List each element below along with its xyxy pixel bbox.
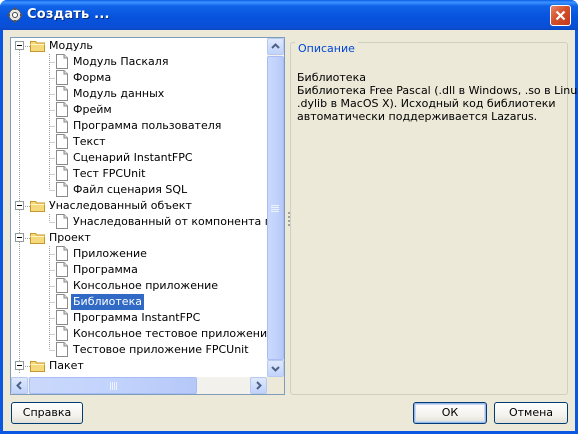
tree-folder-label[interactable]: Проект xyxy=(47,230,93,246)
window-title: Создать ... xyxy=(27,7,110,22)
tree-expander[interactable] xyxy=(15,233,24,242)
title-bar[interactable]: Создать ... xyxy=(0,0,578,30)
tree-item-label[interactable]: Форма xyxy=(71,70,113,86)
grip-icon xyxy=(110,382,117,390)
tree-item-label[interactable]: Модуль данных xyxy=(71,86,166,102)
tree-item-label[interactable]: Приложение xyxy=(71,246,149,262)
description-line: автоматически поддерживается Lazarus. xyxy=(297,110,538,123)
tree-item-label[interactable]: Унаследованный от компонента проекта xyxy=(71,214,267,230)
tree-expander[interactable] xyxy=(15,201,24,210)
help-button[interactable]: Справка xyxy=(11,402,83,424)
folder-icon xyxy=(30,233,45,244)
tree-viewport[interactable]: Модуль Модуль Паскаля Форма Модуль данных Фр… xyxy=(11,38,267,377)
tree-folder-label[interactable]: Унаследованный объект xyxy=(47,198,194,214)
document-icon xyxy=(56,310,68,325)
document-icon xyxy=(56,70,68,85)
document-icon xyxy=(56,86,68,101)
document-icon xyxy=(56,326,68,341)
cancel-button-label: Отмена xyxy=(508,406,554,419)
tree-item-label[interactable]: Тест FPCUnit xyxy=(71,166,147,182)
scroll-corner xyxy=(267,377,284,394)
description-groupbox: Описание Библиотека Библиотека Free Pasca… xyxy=(290,42,578,395)
tree-folder-label[interactable]: Модуль xyxy=(47,38,95,54)
tree-item-label[interactable]: Файл сценария SQL xyxy=(71,182,189,198)
tree-item-label[interactable]: Тестовое приложение FPCUnit xyxy=(71,342,251,358)
chevron-down-icon xyxy=(271,366,280,372)
document-icon xyxy=(56,294,68,309)
tree-item-label[interactable]: Программа InstantFPC xyxy=(71,310,202,326)
vertical-scroll-thumb[interactable] xyxy=(267,56,284,360)
folder-icon xyxy=(30,201,45,212)
document-icon xyxy=(56,278,68,293)
grip-icon xyxy=(271,205,279,212)
ok-button[interactable]: ОК xyxy=(413,402,487,424)
help-button-label: Справка xyxy=(22,406,72,419)
chevron-left-icon xyxy=(16,381,22,390)
scroll-down-button[interactable] xyxy=(267,360,284,377)
tree-item-label[interactable]: Программа пользователя xyxy=(71,118,223,134)
document-icon xyxy=(56,262,68,277)
tree-item-label[interactable]: Фрейм xyxy=(71,102,114,118)
close-icon xyxy=(555,10,566,21)
document-icon xyxy=(56,246,68,261)
scroll-right-button[interactable] xyxy=(250,377,267,394)
folder-icon xyxy=(30,41,45,52)
document-icon xyxy=(56,214,68,229)
horizontal-scroll-thumb[interactable] xyxy=(29,377,197,394)
description-text: Библиотека Библиотека Free Pascal (.dll в… xyxy=(297,71,578,123)
vertical-scrollbar[interactable] xyxy=(267,38,284,377)
document-icon xyxy=(56,54,68,69)
document-icon xyxy=(56,342,68,357)
document-icon xyxy=(56,182,68,197)
chevron-up-icon xyxy=(271,43,280,49)
dialog-client: Модуль Модуль Паскаля Форма Модуль данных Фр… xyxy=(3,30,578,431)
tree-expander[interactable] xyxy=(15,361,24,370)
chevron-right-icon xyxy=(256,381,262,390)
cancel-button[interactable]: Отмена xyxy=(494,402,568,424)
tree-item-selected[interactable]: Библиотека xyxy=(71,294,144,310)
dialog-window: Создать ... Модуль Модуль Паскаля Форма Мод… xyxy=(0,0,578,434)
description-line: .dylib в MacOS X). Исходный код библиоте… xyxy=(297,97,556,110)
description-legend: Описание xyxy=(295,42,358,55)
gear-icon xyxy=(7,7,23,23)
description-panel: Описание Библиотека Библиотека Free Pasca… xyxy=(290,37,578,395)
document-icon xyxy=(56,134,68,149)
tree-item-label[interactable]: Текст xyxy=(71,134,108,150)
document-icon xyxy=(56,118,68,133)
close-button[interactable] xyxy=(550,5,571,26)
tree-item-label[interactable]: Программа xyxy=(71,262,140,278)
ok-button-label: ОК xyxy=(441,406,459,419)
tree-item-label[interactable]: Консольное тестовое приложение FPCUnit xyxy=(71,326,267,342)
tree-item-label[interactable]: Консольное приложение xyxy=(71,278,220,294)
horizontal-scrollbar[interactable] xyxy=(11,377,267,394)
document-icon xyxy=(56,166,68,181)
template-tree[interactable]: Модуль Модуль Паскаля Форма Модуль данных Фр… xyxy=(10,37,285,395)
tree-expander[interactable] xyxy=(15,41,24,50)
tree-item-label[interactable]: Сценарий InstantFPC xyxy=(71,150,195,166)
document-icon xyxy=(56,150,68,165)
tree-folder-label[interactable]: Пакет xyxy=(47,358,86,374)
document-icon xyxy=(56,102,68,117)
tree-item-label[interactable]: Модуль Паскаля xyxy=(71,54,170,70)
scroll-up-button[interactable] xyxy=(267,38,284,55)
description-line: Библиотека xyxy=(297,71,366,84)
scroll-left-button[interactable] xyxy=(11,377,28,394)
folder-icon xyxy=(30,361,45,372)
description-line: Библиотека Free Pascal (.dll в Windows, … xyxy=(297,84,578,97)
